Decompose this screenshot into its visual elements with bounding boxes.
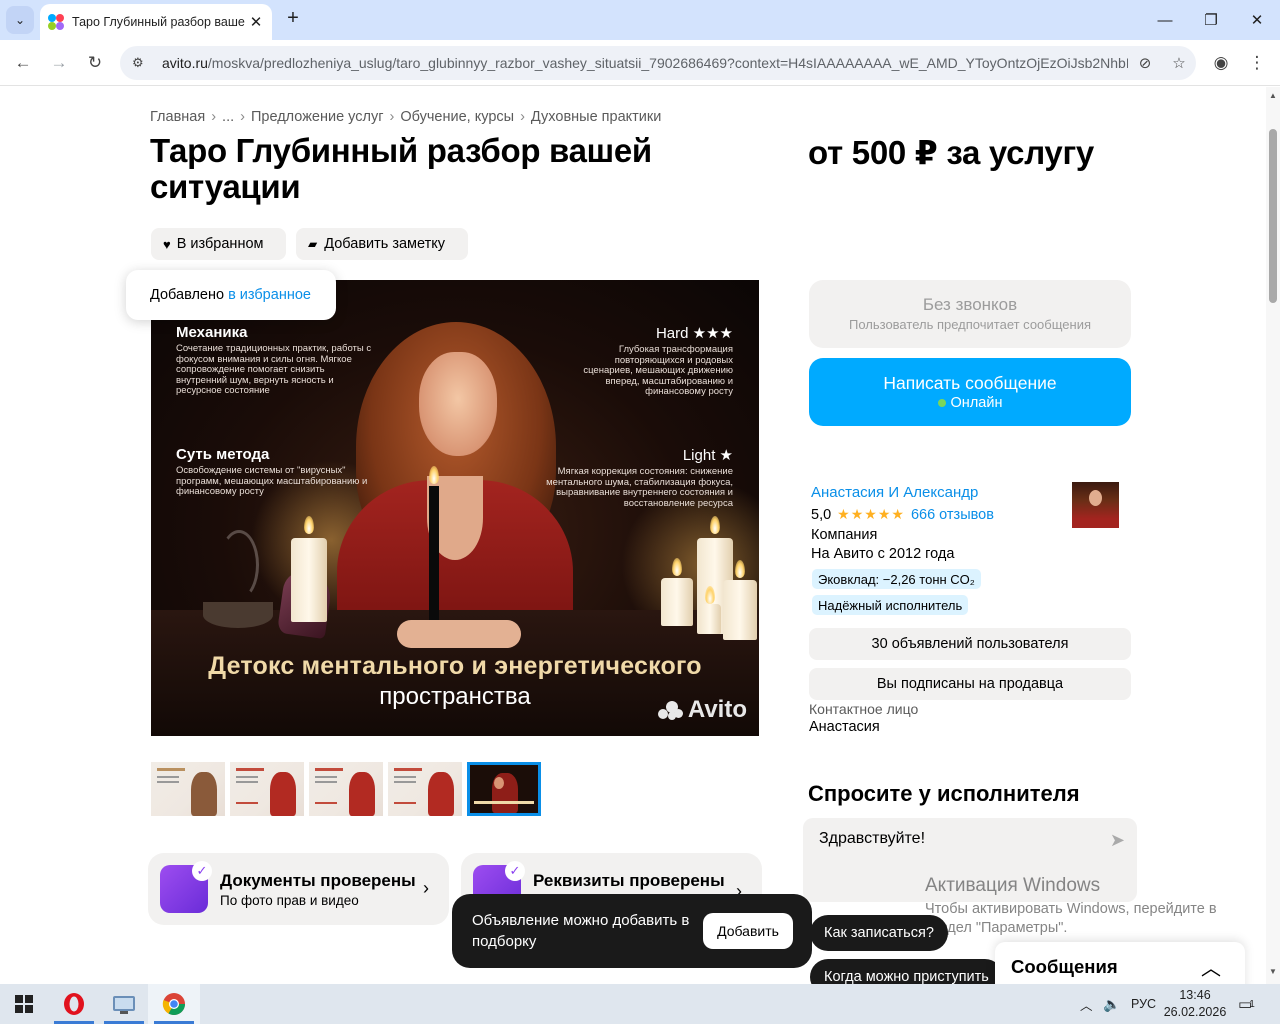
breadcrumb-courses[interactable]: Обучение, курсы bbox=[400, 109, 514, 125]
image-hard-text: Глубокая трансформация повторяющихся и р… bbox=[583, 344, 733, 397]
thumbnail[interactable] bbox=[230, 762, 304, 816]
favorites-link[interactable]: в избранное bbox=[228, 287, 311, 303]
eye-off-icon[interactable]: ⊘ bbox=[1128, 54, 1162, 72]
browser-toolbar: ← → ↻ ⚙ avito.ru/moskva/predlozheniya_us… bbox=[0, 40, 1280, 86]
thumbnail[interactable] bbox=[388, 762, 462, 816]
back-icon[interactable]: ← bbox=[8, 48, 38, 78]
clock[interactable]: 13:46 26.02.2026 bbox=[1164, 984, 1227, 1024]
breadcrumb-home[interactable]: Главная bbox=[150, 109, 205, 125]
seller-listings-button[interactable]: 30 объявлений пользователя bbox=[809, 628, 1131, 660]
image-method-text: Освобождение системы от "вирусных" прогр… bbox=[176, 465, 368, 497]
online-dot-icon bbox=[937, 399, 946, 407]
seller-type: Компания bbox=[811, 527, 878, 543]
tab-list-icon[interactable]: ⌄ bbox=[6, 6, 34, 34]
scroll-up-icon[interactable]: ▲ bbox=[1269, 91, 1277, 100]
menu-icon[interactable]: ⋮ bbox=[1242, 48, 1272, 78]
chip-how-to-book[interactable]: Как записаться? bbox=[810, 915, 948, 951]
add-to-collection-button[interactable]: Добавить bbox=[703, 913, 793, 949]
opera-icon[interactable] bbox=[48, 984, 100, 1024]
contact-person-name: Анастасия bbox=[809, 719, 880, 735]
taskbar: ︿ 🔈 РУС 13:46 26.02.2026 ▭ 1 bbox=[0, 984, 1280, 1024]
scroll-down-icon[interactable]: ▼ bbox=[1269, 967, 1277, 976]
minimize-icon[interactable]: — bbox=[1142, 0, 1188, 40]
reliable-badge[interactable]: Надёжный исполнитель bbox=[812, 595, 969, 615]
language-indicator[interactable]: РУС bbox=[1131, 984, 1156, 1024]
favorite-added-toast: Добавлено в избранное bbox=[126, 270, 336, 320]
subscribed-button[interactable]: Вы подписаны на продавца bbox=[809, 668, 1131, 700]
note-icon: ▰ bbox=[308, 237, 318, 251]
image-caption-main: Детокс ментального и энергетического bbox=[208, 652, 702, 680]
tab-title: Таро Глубинный разбор ваше bbox=[72, 15, 245, 29]
close-icon[interactable]: ✕ bbox=[248, 13, 264, 31]
avito-favicon bbox=[48, 14, 64, 30]
forward-icon[interactable]: → bbox=[44, 48, 74, 78]
seller-rating: 5,0 ★★★★★ 666 отзывов bbox=[811, 506, 994, 523]
seller-name-link[interactable]: Анастасия И Александр bbox=[811, 484, 978, 501]
reviews-link[interactable]: 666 отзывов bbox=[911, 507, 994, 523]
avito-watermark: Avito bbox=[657, 696, 747, 724]
chrome-icon[interactable] bbox=[148, 984, 200, 1024]
seller-since: На Авито с 2012 года bbox=[811, 546, 955, 562]
breadcrumb: Главная › ... › Предложение услуг › Обучени… bbox=[150, 109, 662, 125]
plus-icon[interactable]: + bbox=[282, 8, 304, 30]
notifications-icon[interactable]: ▭ 1 bbox=[1238, 984, 1255, 1024]
url-text: avito.ru/moskva/predlozheniya_uslug/taro… bbox=[162, 55, 1128, 71]
reload-icon[interactable]: ↻ bbox=[80, 48, 110, 78]
chip-when-start[interactable]: Когда можно приступить bbox=[810, 959, 1003, 984]
app-icon[interactable] bbox=[98, 984, 150, 1024]
image-light-text: Мягкая коррекция состояния: снижение мен… bbox=[546, 466, 733, 509]
ask-heading: Спросите у исполнителя bbox=[808, 781, 1080, 806]
rating-stars-icon: ★★★★★ bbox=[837, 506, 905, 522]
heart-icon: ♥ bbox=[163, 236, 171, 252]
main-image[interactable]: Механика Сочетание традиционных практик,… bbox=[151, 280, 759, 736]
scrollbar-thumb[interactable] bbox=[1269, 129, 1277, 303]
page-content: Главная › ... › Предложение услуг › Обучени… bbox=[0, 87, 1280, 984]
contact-person-label: Контактное лицо bbox=[809, 701, 919, 717]
seller-avatar[interactable] bbox=[1072, 482, 1119, 528]
breadcrumb-services[interactable]: Предложение услуг bbox=[251, 109, 384, 125]
eco-badge[interactable]: Эковклад: −2,26 тонн CO₂ bbox=[812, 569, 981, 589]
close-window-icon[interactable]: ✕ bbox=[1234, 0, 1280, 40]
price: от 500 ₽ за услугу bbox=[808, 134, 1094, 171]
chevron-right-icon: › bbox=[423, 878, 429, 898]
image-method-title: Суть метода bbox=[176, 446, 270, 463]
documents-verified-card[interactable]: ✓ Документы проверены По фото прав и вид… bbox=[148, 853, 449, 925]
document-check-icon: ✓ bbox=[160, 861, 212, 913]
thumbnail-selected[interactable] bbox=[467, 762, 541, 816]
image-mechanics-text: Сочетание традиционных практик, работы с… bbox=[176, 343, 372, 396]
messages-panel[interactable]: Сообщения ︿ bbox=[995, 942, 1245, 984]
thumbnail[interactable] bbox=[151, 762, 225, 816]
image-mechanics-title: Механика bbox=[176, 324, 248, 341]
image-hard-title: Hard ★★★ bbox=[655, 325, 733, 342]
send-icon[interactable]: ➤ bbox=[1110, 830, 1125, 851]
site-settings-icon[interactable]: ⚙ bbox=[132, 55, 150, 71]
page-scrollbar[interactable]: ▲ ▼ bbox=[1266, 87, 1280, 984]
image-light-title: Light ★ bbox=[682, 447, 733, 464]
collection-toast: Объявление можно добавить в подборку Доб… bbox=[452, 894, 812, 968]
tab-bar: ⌄ Таро Глубинный разбор ваше ✕ + — ❐ ✕ bbox=[0, 0, 1280, 40]
browser-tab[interactable]: Таро Глубинный разбор ваше ✕ bbox=[40, 4, 272, 40]
profile-icon[interactable]: ◉ bbox=[1206, 48, 1236, 78]
no-calls-button[interactable]: Без звонков Пользователь предпочитает со… bbox=[809, 280, 1131, 348]
add-note-button[interactable]: ▰ Добавить заметку bbox=[296, 228, 468, 260]
write-message-button[interactable]: Написать сообщение Онлайн bbox=[809, 358, 1131, 426]
favorite-button[interactable]: ♥ В избранном bbox=[151, 228, 286, 260]
speaker-icon[interactable]: 🔈 bbox=[1103, 984, 1120, 1024]
thumbnail[interactable] bbox=[309, 762, 383, 816]
breadcrumb-ellipsis[interactable]: ... bbox=[222, 109, 234, 125]
address-bar[interactable]: ⚙ avito.ru/moskva/predlozheniya_uslug/ta… bbox=[120, 46, 1196, 80]
breadcrumb-spiritual[interactable]: Духовные практики bbox=[531, 109, 661, 125]
restore-icon[interactable]: ❐ bbox=[1188, 0, 1234, 40]
page-title: Таро Глубинный разбор вашей ситуации bbox=[150, 132, 652, 205]
star-icon[interactable]: ☆ bbox=[1162, 54, 1196, 72]
chevron-up-icon[interactable]: ︿ bbox=[1080, 984, 1093, 1024]
windows-start-icon[interactable] bbox=[0, 984, 48, 1024]
chevron-up-icon[interactable]: ︿ bbox=[1201, 952, 1221, 981]
windows-activation-watermark: Активация Windows Чтобы активировать Win… bbox=[925, 875, 1217, 936]
avito-logo-icon bbox=[657, 699, 684, 721]
